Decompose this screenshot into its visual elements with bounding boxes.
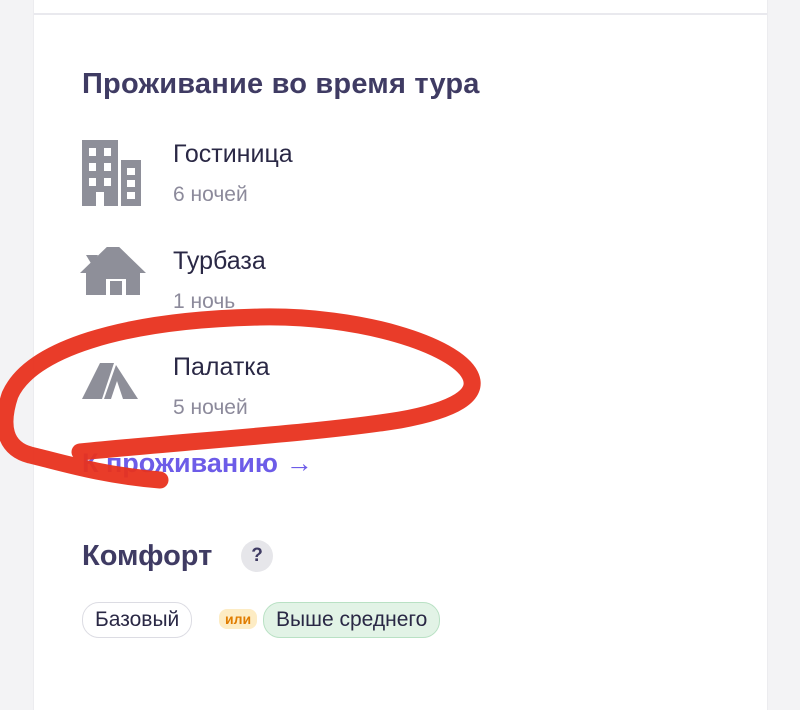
section-title-comfort: Комфорт <box>82 540 213 572</box>
to-accommodation-label: К проживанию <box>82 448 278 478</box>
accommodation-item-tourbase: Турбаза 1 ночь <box>80 247 680 327</box>
accommodation-nights: 5 ночей <box>173 396 248 419</box>
section-title-accommodation: Проживание во время тура <box>82 68 480 100</box>
comfort-level-above-average: Выше среднего <box>263 602 441 638</box>
accommodation-item-tent: Палатка 5 ночей <box>80 353 680 433</box>
accommodation-card: Проживание во время тура Гостиница 6 ноч… <box>33 0 768 710</box>
accommodation-name: Палатка <box>173 353 270 381</box>
accommodation-item-hotel: Гостиница 6 ночей <box>80 140 680 220</box>
accommodation-nights: 6 ночей <box>173 183 248 206</box>
comfort-level-basic: Базовый <box>82 602 193 638</box>
divider <box>34 13 767 15</box>
accommodation-name: Гостиница <box>173 140 293 168</box>
tent-icon <box>80 353 150 423</box>
help-icon[interactable]: ? <box>241 540 273 572</box>
accommodation-nights: 1 ночь <box>173 290 236 313</box>
house-icon <box>80 247 150 317</box>
or-badge: или <box>219 609 258 629</box>
accommodation-name: Турбаза <box>173 247 266 275</box>
to-accommodation-link[interactable]: К проживанию → <box>82 448 313 479</box>
hotel-icon <box>80 140 150 210</box>
arrow-right-icon: → <box>285 448 313 478</box>
